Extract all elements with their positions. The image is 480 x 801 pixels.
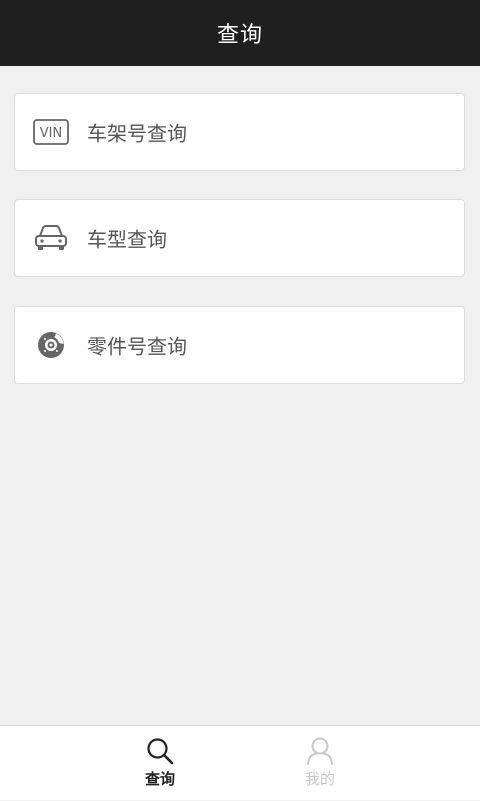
tab-mine-label: 我的	[304, 770, 335, 788]
tab-query-label: 查询	[144, 770, 175, 788]
search-icon	[145, 736, 175, 766]
bottom-tab-bar: 查询 我的	[0, 725, 480, 800]
brake-disc-icon	[33, 327, 69, 363]
model-query-button[interactable]: 车型查询	[14, 199, 465, 277]
part-number-query-button[interactable]: 零件号查询	[14, 306, 465, 384]
car-icon	[33, 220, 69, 256]
part-number-query-label: 零件号查询	[87, 334, 187, 359]
svg-text:VIN: VIN	[40, 126, 62, 141]
model-query-label: 车型查询	[87, 227, 167, 252]
vin-icon: VIN	[33, 114, 69, 150]
tab-mine[interactable]: 我的	[280, 726, 360, 801]
vin-query-button[interactable]: VIN 车架号查询	[14, 93, 465, 171]
tab-query[interactable]: 查询	[120, 726, 200, 801]
top-bar: 查询	[0, 0, 480, 66]
page-title: 查询	[216, 23, 263, 48]
vin-query-label: 车架号查询	[87, 121, 187, 146]
user-icon	[305, 736, 335, 766]
